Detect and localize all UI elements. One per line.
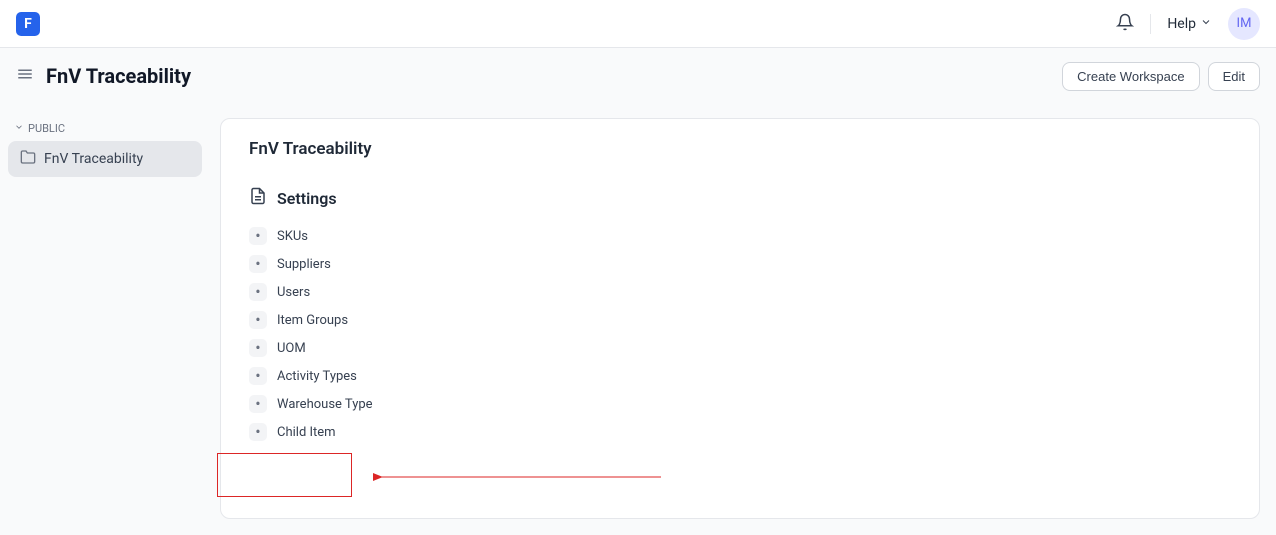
- bullet-icon: •: [249, 423, 267, 441]
- settings-item-warehouse-type[interactable]: • Warehouse Type: [249, 395, 1231, 413]
- page-title: FnV Traceability: [46, 64, 191, 88]
- divider: [1150, 14, 1151, 34]
- settings-item-child-item[interactable]: • Child Item: [249, 423, 1231, 441]
- chevron-down-icon: [14, 122, 24, 135]
- menu-icon[interactable]: [16, 65, 34, 87]
- bullet-icon: •: [249, 311, 267, 329]
- sidebar-item-fnv-traceability[interactable]: FnV Traceability: [8, 141, 202, 177]
- workspace-card: FnV Traceability Settings • SKUs: [220, 118, 1260, 519]
- content-area: FnV Traceability Settings • SKUs: [210, 104, 1276, 535]
- top-header: F Help IM: [0, 0, 1276, 48]
- create-workspace-button[interactable]: Create Workspace: [1062, 62, 1199, 91]
- document-icon: [249, 187, 267, 209]
- section-header: Settings: [249, 187, 1231, 209]
- settings-label: UOM: [277, 341, 306, 356]
- help-label: Help: [1167, 16, 1196, 32]
- bell-icon[interactable]: [1116, 13, 1134, 35]
- bullet-icon: •: [249, 255, 267, 273]
- bullet-icon: •: [249, 367, 267, 385]
- avatar[interactable]: IM: [1228, 8, 1260, 40]
- settings-item-suppliers[interactable]: • Suppliers: [249, 255, 1231, 273]
- app-logo[interactable]: F: [16, 12, 40, 36]
- page-header-left: FnV Traceability: [16, 64, 191, 88]
- settings-item-uom[interactable]: • UOM: [249, 339, 1231, 357]
- folder-icon: [20, 149, 36, 169]
- settings-label: Item Groups: [277, 313, 348, 328]
- settings-label: Users: [277, 285, 310, 300]
- logo-text: F: [24, 16, 32, 32]
- main-layout: PUBLIC FnV Traceability FnV Traceability: [0, 104, 1276, 535]
- settings-label: Warehouse Type: [277, 397, 373, 412]
- settings-item-item-groups[interactable]: • Item Groups: [249, 311, 1231, 329]
- sidebar-group-public[interactable]: PUBLIC: [8, 114, 202, 141]
- settings-label: Child Item: [277, 425, 336, 440]
- annotation-arrow: [371, 467, 671, 487]
- settings-label: Suppliers: [277, 257, 331, 272]
- annotation-highlight: [217, 453, 352, 497]
- settings-item-users[interactable]: • Users: [249, 283, 1231, 301]
- bullet-icon: •: [249, 339, 267, 357]
- sidebar-item-label: FnV Traceability: [44, 151, 143, 167]
- bullet-icon: •: [249, 283, 267, 301]
- avatar-initials: IM: [1237, 16, 1252, 31]
- section-title: Settings: [277, 189, 337, 208]
- help-dropdown[interactable]: Help: [1167, 16, 1212, 32]
- settings-list: • SKUs • Suppliers • Users • Item Groups…: [249, 227, 1231, 441]
- bullet-icon: •: [249, 227, 267, 245]
- settings-label: SKUs: [277, 229, 308, 244]
- card-title: FnV Traceability: [249, 139, 1231, 159]
- sidebar: PUBLIC FnV Traceability: [0, 104, 210, 535]
- settings-item-activity-types[interactable]: • Activity Types: [249, 367, 1231, 385]
- bullet-icon: •: [249, 395, 267, 413]
- page-header: FnV Traceability Create Workspace Edit: [0, 48, 1276, 104]
- chevron-down-icon: [1200, 16, 1212, 32]
- edit-button[interactable]: Edit: [1208, 62, 1260, 91]
- settings-item-skus[interactable]: • SKUs: [249, 227, 1231, 245]
- top-header-right: Help IM: [1116, 8, 1260, 40]
- settings-label: Activity Types: [277, 369, 357, 384]
- group-label: PUBLIC: [28, 122, 65, 135]
- page-header-right: Create Workspace Edit: [1062, 62, 1260, 91]
